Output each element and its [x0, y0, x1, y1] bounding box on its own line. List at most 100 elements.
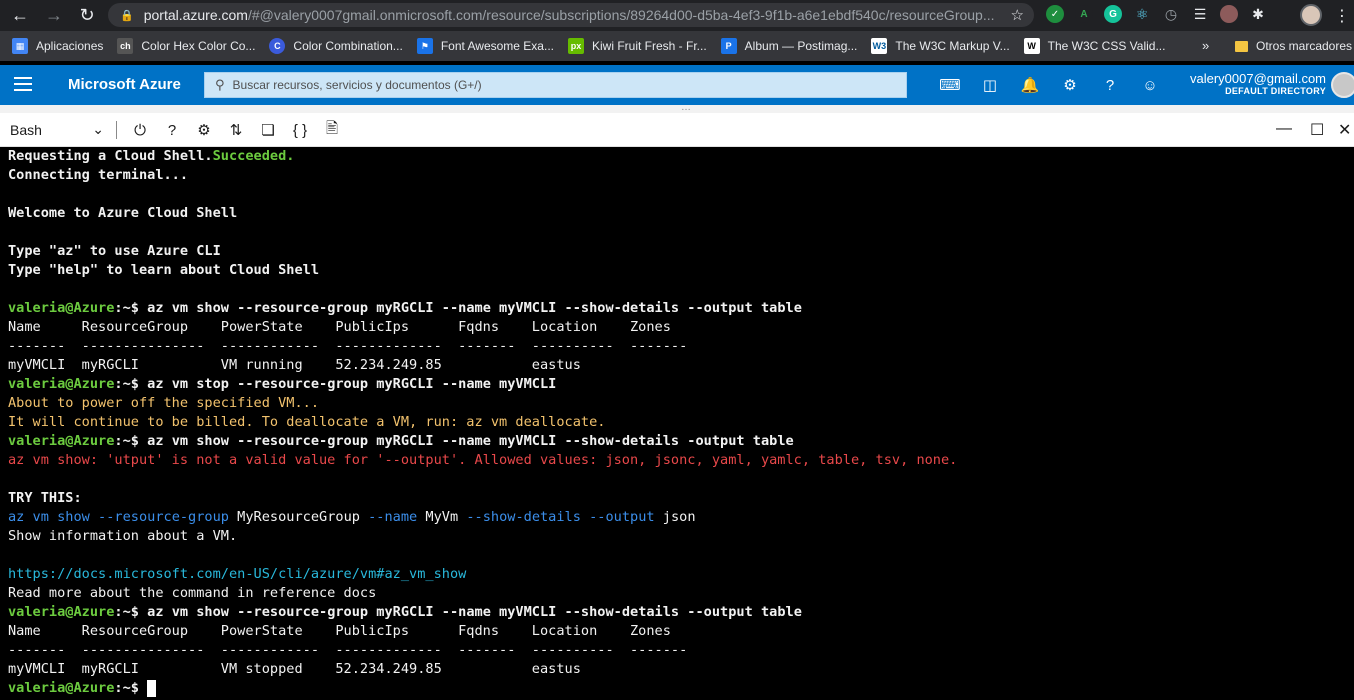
- terminal-line: Show information about a VM.: [8, 527, 1354, 546]
- colorhex-icon: ch: [117, 38, 134, 54]
- terminal-text: Succeeded.: [212, 148, 295, 164]
- editor-braces-icon[interactable]: { }: [284, 119, 316, 141]
- bookmark-item[interactable]: px Kiwi Fruit Fresh - Fr...: [567, 38, 707, 54]
- bookmark-label: Album — Postimag...: [744, 39, 858, 53]
- check-extension-icon[interactable]: ✓: [1046, 5, 1064, 23]
- bookmark-label: Aplicaciones: [36, 39, 104, 53]
- directory-filter-icon[interactable]: ◫: [970, 74, 1010, 96]
- bookmark-item[interactable]: W The W3C CSS Valid...: [1023, 38, 1165, 54]
- more-menu-icon[interactable]: ⋮: [1334, 6, 1350, 26]
- user-avatar[interactable]: [1331, 72, 1354, 98]
- terminal-text: Welcome to Azure Cloud Shell: [8, 205, 238, 221]
- react-devtools-icon[interactable]: ⚛: [1133, 5, 1151, 23]
- shell-type-select[interactable]: Bash ⌄: [0, 117, 110, 143]
- grammarly-icon[interactable]: G: [1104, 5, 1122, 23]
- terminal-text: ------- --------------- ------------ ---…: [8, 642, 688, 658]
- terminal-text: Requesting a Cloud Shell.: [8, 148, 213, 164]
- chevron-down-icon: ⌄: [92, 121, 104, 137]
- account-info[interactable]: valery0007@gmail.com DEFAULT DIRECTORY: [1160, 71, 1326, 96]
- list-extension-icon[interactable]: ☰: [1191, 5, 1209, 23]
- terminal-text: MyResourceGroup: [237, 509, 369, 525]
- bookmark-star-icon[interactable]: ☆: [1011, 6, 1024, 24]
- search-icon: ⚲: [215, 77, 225, 92]
- settings-gear-icon[interactable]: ⚙: [1050, 74, 1090, 96]
- terminal-line: az vm show --resource-group MyResourceGr…: [8, 508, 1354, 527]
- search-placeholder: Buscar recursos, servicios y documentos …: [232, 78, 482, 92]
- terminal-text: MyVm: [425, 509, 467, 525]
- bookmark-item[interactable]: W3 The W3C Markup V...: [871, 38, 1010, 54]
- grammar-a-extension-icon[interactable]: A: [1075, 5, 1093, 23]
- terminal-line: valeria@Azure:~$ az vm show --resource-g…: [8, 299, 1354, 318]
- notifications-bell-icon[interactable]: 🔔: [1010, 74, 1050, 96]
- terminal-text: About to power off the specified VM...: [8, 395, 319, 411]
- postimage-icon: P: [720, 38, 737, 54]
- address-bar[interactable]: 🔒 portal.azure.com/#@valery0007gmail.onm…: [108, 3, 1034, 27]
- terminal-line: https://docs.microsoft.com/en-US/cli/azu…: [8, 565, 1354, 584]
- bookmark-label: Font Awesome Exa...: [440, 39, 554, 53]
- new-session-icon[interactable]: ❏: [252, 119, 284, 141]
- terminal-text: --resource-group: [98, 509, 238, 525]
- terminal-line: valeria@Azure:~$ az vm show --resource-g…: [8, 432, 1354, 451]
- bookmark-item[interactable]: ▦ Aplicaciones: [12, 38, 103, 54]
- web-preview-icon[interactable]: 🖹: [316, 119, 348, 141]
- bookmark-item[interactable]: ch Color Hex Color Co...: [117, 38, 255, 54]
- maximize-icon[interactable]: ☐: [1310, 120, 1324, 140]
- terminal-text: Name ResourceGroup PowerState PublicIps …: [8, 623, 671, 639]
- other-bookmarks-label: Otros marcadores: [1256, 39, 1353, 53]
- terminal-text: valeria@Azure: [8, 433, 115, 449]
- terminal-line: ------- --------------- ------------ ---…: [8, 337, 1354, 356]
- other-bookmarks[interactable]: Otros marcadores: [1235, 39, 1352, 53]
- terminal-line: Name ResourceGroup PowerState PublicIps …: [8, 318, 1354, 337]
- profile-avatar[interactable]: [1300, 4, 1322, 26]
- terminal-line: About to power off the specified VM...: [8, 394, 1354, 413]
- terminal-line: Name ResourceGroup PowerState PublicIps …: [8, 622, 1354, 641]
- terminal-output[interactable]: Requesting a Cloud Shell.Succeeded. Conne…: [0, 147, 1354, 700]
- help-question-icon[interactable]: ?: [156, 119, 188, 141]
- terminal-text: --show-details: [466, 509, 590, 525]
- terminal-cursor: [147, 679, 157, 697]
- terminal-line: TRY THIS:: [8, 489, 1354, 508]
- cloud-shell-toolbar: Bash ⌄ ⏻ ? ⚙ ⇅ ❏ { } 🖹 — ☐ ✕: [0, 113, 1354, 147]
- azure-brand[interactable]: Microsoft Azure: [68, 76, 181, 93]
- back-arrow-icon[interactable]: ←: [7, 2, 33, 28]
- bookmark-label: Color Combination...: [293, 39, 403, 53]
- more-bookmarks-chevron-icon[interactable]: »: [1202, 38, 1209, 53]
- upload-download-icon[interactable]: ⇅: [220, 119, 252, 141]
- terminal-text: json: [662, 509, 696, 525]
- settings-gear-icon[interactable]: ⚙: [188, 119, 220, 141]
- terminal-line: valeria@Azure:~$ az vm show --resource-g…: [8, 603, 1354, 622]
- bookmark-item[interactable]: ⚑ Font Awesome Exa...: [416, 38, 554, 54]
- terminal-text: https://docs.microsoft.com/en-US/cli/azu…: [8, 566, 467, 582]
- terminal-text: valeria@Azure: [8, 376, 115, 392]
- terminal-text: valeria@Azure: [8, 300, 115, 316]
- cloud-shell-icon[interactable]: ⌨: [930, 74, 970, 96]
- terminal-text: TRY THIS:: [8, 490, 82, 506]
- user-directory: DEFAULT DIRECTORY: [1225, 86, 1326, 96]
- help-question-icon[interactable]: ?: [1090, 74, 1130, 96]
- w3c-css-icon: W: [1023, 38, 1040, 54]
- terminal-line: Read more about the command in reference…: [8, 584, 1354, 603]
- apps-grid-icon: ▦: [12, 38, 28, 54]
- restart-power-icon[interactable]: ⏻: [124, 119, 156, 141]
- bookmark-label: The W3C Markup V...: [895, 39, 1010, 53]
- forward-arrow-icon[interactable]: →: [41, 2, 67, 28]
- terminal-text: Read more about the command in reference…: [8, 585, 377, 601]
- reload-icon[interactable]: ↻: [74, 2, 100, 28]
- global-search-input[interactable]: ⚲ Buscar recursos, servicios y documento…: [204, 72, 907, 98]
- close-icon[interactable]: ✕: [1338, 120, 1351, 140]
- minimize-icon[interactable]: —: [1276, 120, 1292, 138]
- panel-resize-handle[interactable]: …: [0, 102, 1354, 113]
- circle-extension-icon[interactable]: [1220, 5, 1238, 23]
- hamburger-menu-icon[interactable]: [14, 77, 32, 91]
- bookmark-item[interactable]: P Album — Postimag...: [720, 38, 858, 54]
- shell-type-value: Bash: [10, 122, 42, 138]
- grip-dots-icon: …: [681, 102, 692, 113]
- terminal-line: ------- --------------- ------------ ---…: [8, 641, 1354, 660]
- puzzle-extensions-icon[interactable]: ✱: [1249, 5, 1267, 23]
- terminal-text: Connecting terminal...: [8, 167, 189, 183]
- history-extension-icon[interactable]: ◷: [1162, 5, 1180, 23]
- bookmark-item[interactable]: C Color Combination...: [269, 38, 403, 54]
- terminal-text: myVMCLI myRGCLI VM running 52.234.249.85…: [8, 357, 581, 373]
